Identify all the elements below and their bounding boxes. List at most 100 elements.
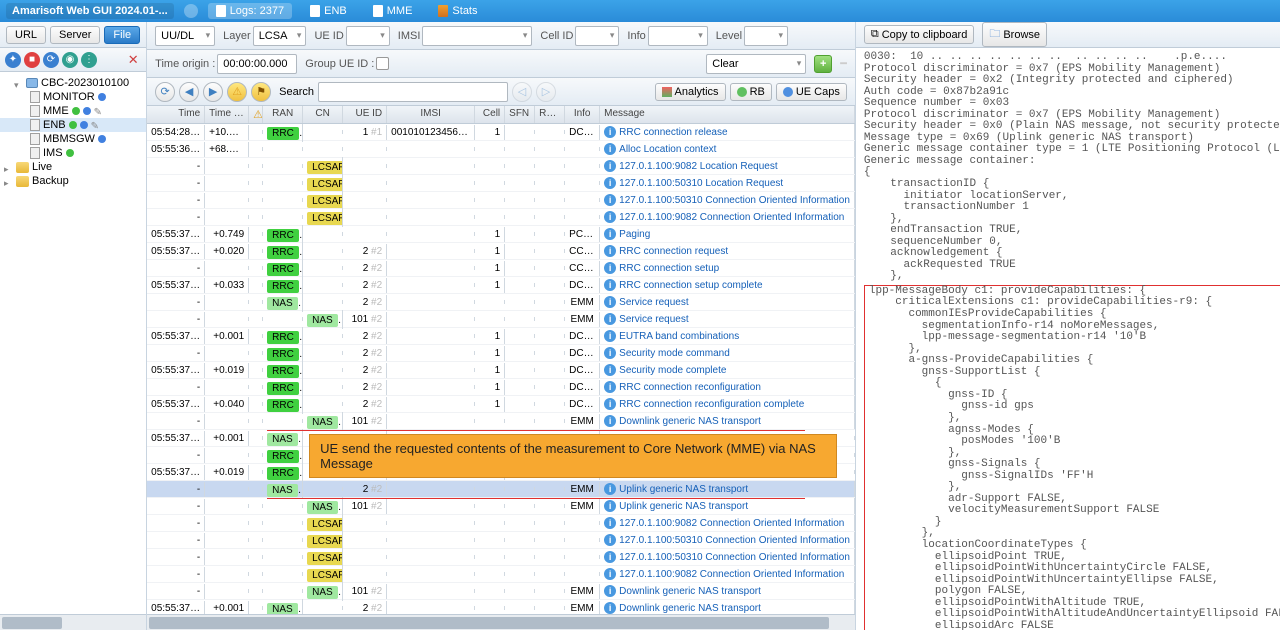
log-row[interactable]: 05:55:37.402+0.749RRC▸1PCCHiPaging [147, 226, 855, 243]
info-icon[interactable]: i [604, 483, 616, 495]
col-time-hdr[interactable]: Time [147, 106, 205, 123]
message-detail[interactable]: 0030: 10 .. .. .. .. .. .. .. .. .. .. .… [856, 48, 1280, 630]
tree-node-monitor[interactable]: MONITOR [0, 90, 146, 104]
log-row[interactable]: -RRC▸2 #21DCCHiSecurity mode command [147, 345, 855, 362]
col-cn-hdr[interactable]: CN [303, 106, 343, 123]
log-row[interactable]: 05:55:37.455+0.033RRC◂2 #21DCCHiRRC conn… [147, 277, 855, 294]
level-filter[interactable] [744, 26, 788, 46]
next-nav-icon[interactable]: ▶ [203, 82, 223, 102]
col-sfn-hdr[interactable]: SFN [505, 106, 535, 123]
clear-button[interactable]: Clear [706, 54, 806, 74]
info-icon[interactable]: i [604, 211, 616, 223]
info-icon[interactable]: i [604, 585, 616, 597]
col-rnti-hdr[interactable]: RNTI [535, 106, 565, 123]
tab-enb[interactable]: ENB [302, 3, 355, 19]
info-icon[interactable]: i [604, 602, 616, 614]
col-warn-hdr[interactable] [249, 106, 263, 123]
search-next-icon[interactable]: ▷ [536, 82, 556, 102]
tree-node-enb[interactable]: ENB [0, 118, 146, 132]
info-icon[interactable]: i [604, 330, 616, 342]
warn-nav-icon[interactable] [227, 82, 247, 102]
url-button[interactable]: URL [6, 26, 46, 44]
refresh-icon[interactable]: ⟳ [43, 52, 59, 68]
info-icon[interactable]: i [604, 126, 616, 138]
log-row[interactable]: -LCSAP◂i127.0.1.100:9082 Location Reques… [147, 158, 855, 175]
tree-node-mbmsgw[interactable]: MBMSGW [0, 132, 146, 146]
log-row[interactable]: -NAS◂2 #2EMMiUplink generic NAS transpor… [147, 481, 855, 498]
info-icon[interactable]: i [604, 194, 616, 206]
timeorigin-input[interactable] [217, 54, 297, 74]
wand-icon[interactable]: ✦ [5, 52, 21, 68]
cellid-filter[interactable] [575, 26, 619, 46]
log-row[interactable]: -LCSAP▸i127.0.1.100:9082 Connection Orie… [147, 515, 855, 532]
search-input[interactable] [318, 82, 508, 102]
twisty-icon[interactable] [4, 177, 13, 186]
info-icon[interactable]: i [604, 381, 616, 393]
col-ue-hdr[interactable]: UE ID [343, 106, 387, 123]
col-diff-hdr[interactable]: Time diff [205, 106, 249, 123]
tab-mme[interactable]: MME [365, 3, 421, 19]
info-icon[interactable]: i [604, 415, 616, 427]
log-row[interactable]: -LCSAP◂i127.0.1.100:50310 Connection Ori… [147, 549, 855, 566]
info-icon[interactable]: i [604, 347, 616, 359]
info-icon[interactable]: i [604, 160, 616, 172]
tree-node-backup[interactable]: Backup [0, 174, 146, 188]
info-icon[interactable]: i [604, 313, 616, 325]
log-row[interactable]: -RRC▸2 #21CCCHiRRC connection setup [147, 260, 855, 277]
layer-filter[interactable]: LCSA [253, 26, 307, 46]
twisty-icon[interactable] [4, 163, 13, 172]
nodes-icon[interactable]: ⋮ [81, 52, 97, 68]
col-ran-hdr[interactable]: RAN [263, 106, 303, 123]
twisty-icon[interactable] [14, 79, 23, 88]
stop-icon[interactable]: ■ [24, 52, 40, 68]
log-row[interactable]: -NAS▸101 #2EMMiDownlink generic NAS tran… [147, 583, 855, 600]
info-icon[interactable]: i [604, 500, 616, 512]
log-row[interactable]: -NAS◂101 #2EMMiUplink generic NAS transp… [147, 498, 855, 515]
file-tree[interactable]: CBC-2023010100MONITORMMEENBMBMSGWIMSLive… [0, 72, 146, 614]
log-row[interactable]: -LCSAP◂i127.0.1.100:50310 Connection Ori… [147, 532, 855, 549]
info-icon[interactable]: i [604, 245, 616, 257]
rb-button[interactable]: RB [730, 83, 772, 101]
tree-node-mme[interactable]: MME [0, 104, 146, 118]
log-h-scrollbar[interactable] [147, 614, 855, 630]
log-row[interactable]: 05:55:37.515+0.040RRC◂2 #21DCCHiRRC conn… [147, 396, 855, 413]
log-row[interactable]: -LCSAP▸i127.0.1.100:9082 Connection Orie… [147, 209, 855, 226]
info-icon[interactable]: i [604, 296, 616, 308]
log-row[interactable]: -NAS◂101 #2EMMiService request [147, 311, 855, 328]
log-row[interactable]: -NAS▸101 #2EMMiDownlink generic NAS tran… [147, 413, 855, 430]
tree-node-cbc-2023010100[interactable]: CBC-2023010100 [0, 76, 146, 90]
log-body[interactable]: UE send the requested contents of the me… [147, 124, 855, 614]
info-filter[interactable] [648, 26, 708, 46]
tree-node-ims[interactable]: IMS [0, 146, 146, 160]
info-icon[interactable]: i [604, 551, 616, 563]
uudl-filter[interactable]: UU/DL [155, 26, 215, 46]
log-row[interactable]: 05:55:37.456+0.001RRC◂2 #21DCCHiEUTRA ba… [147, 328, 855, 345]
back-icon[interactable] [184, 4, 198, 18]
file-button[interactable]: File [104, 26, 140, 44]
prev-nav-icon[interactable]: ◀ [179, 82, 199, 102]
log-row[interactable]: 05:55:37.422+0.020RRC◂2 #21CCCHiRRC conn… [147, 243, 855, 260]
col-info-hdr[interactable]: Info [565, 106, 600, 123]
log-row[interactable]: -LCSAP▸i127.0.1.100:50310 Location Reque… [147, 175, 855, 192]
log-row[interactable]: -LCSAP◂i127.0.1.100:50310 Connection Ori… [147, 192, 855, 209]
tab-stats[interactable]: Stats [430, 3, 485, 19]
col-msg-hdr[interactable]: Message [600, 106, 855, 123]
uecaps-button[interactable]: UE Caps [776, 83, 847, 101]
log-row[interactable]: 05:55:37.475+0.019RRC◂2 #21DCCHiSecurity… [147, 362, 855, 379]
col-imsi-hdr[interactable]: IMSI [387, 106, 475, 123]
info-icon[interactable]: i [604, 364, 616, 376]
copy-button[interactable]: ⧉ Copy to clipboard [864, 25, 974, 44]
info-icon[interactable]: i [604, 517, 616, 529]
pencil-icon[interactable] [91, 120, 101, 130]
log-row[interactable]: 05:54:28.177+10.001RRC▸1 #10010101234567… [147, 124, 855, 141]
info-icon[interactable]: i [604, 398, 616, 410]
log-row[interactable]: -NAS◂2 #2EMMiService request [147, 294, 855, 311]
h-scrollbar[interactable] [0, 614, 146, 630]
info-icon[interactable]: i [604, 262, 616, 274]
info-icon[interactable]: i [604, 568, 616, 580]
info-icon[interactable]: i [604, 228, 616, 240]
search-prev-icon[interactable]: ◁ [512, 82, 532, 102]
info-icon[interactable]: i [604, 279, 616, 291]
info-icon[interactable]: i [604, 143, 616, 155]
server-button[interactable]: Server [50, 26, 100, 44]
